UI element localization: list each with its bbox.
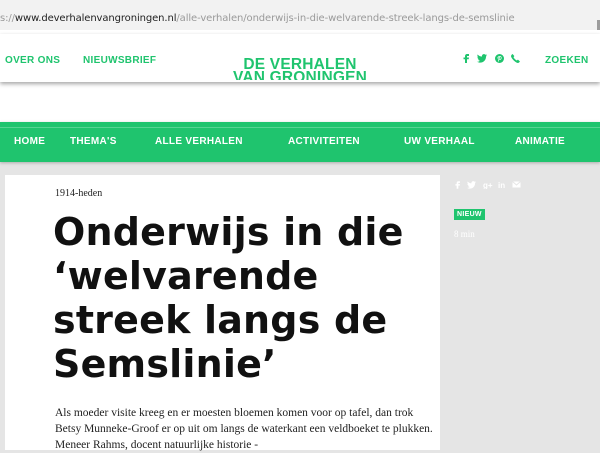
nav-highlight-line [0,127,600,128]
logo-line-2: VAN GRONINGEN [232,71,368,80]
nav-over-ons-link[interactable]: OVER ONS [5,55,60,66]
svg-text:g+: g+ [483,181,493,189]
facebook-icon[interactable] [463,54,469,65]
new-badge: NIEUW [454,209,485,220]
article-title: Onderwijs in die ‘welvarende streek lang… [53,210,404,386]
main-nav-activiteiten[interactable]: ACTIVITEITEN [288,136,360,147]
header-band [0,82,600,122]
main-nav-uw-verhaal[interactable]: UW VERHAAL [404,136,475,147]
logo-line-1: DE VERHALEN [243,56,357,73]
main-nav-animatie[interactable]: ANIMATIE [515,136,565,147]
twitter-icon[interactable] [477,54,487,65]
url-path: /alle-verhalen/onderwijs-in-die-welvaren… [176,13,515,24]
phone-icon[interactable] [511,54,520,65]
share-twitter-icon[interactable] [467,181,476,191]
top-navigation: OVER ONS NIEUWSBRIEF DE VERHALEN VAN GRO… [0,34,600,82]
browser-address-bar[interactable]: s://www.deverhalenvangroningen.nl/alle-v… [0,0,600,34]
url-host: www.deverhalenvangroningen.nl [14,13,177,24]
pinterest-icon[interactable] [495,54,504,65]
share-linkedin-icon[interactable]: in [498,181,507,191]
main-nav-home[interactable]: HOME [14,136,45,147]
read-time: 8 min [454,229,475,239]
site-logo[interactable]: DE VERHALEN VAN GRONINGEN [210,56,390,80]
main-navigation: HOME THEMA'S ALLE VERHALEN ACTIVITEITEN … [0,122,600,162]
article-intro: Als moeder visite kreeg en er moesten bl… [55,407,433,451]
main-nav-themas[interactable]: THEMA'S [70,136,117,147]
main-nav-alle-verhalen[interactable]: ALLE VERHALEN [155,136,243,147]
share-facebook-icon[interactable] [455,181,460,191]
url-prefix: s:// [0,13,15,24]
nav-zoeken-link[interactable]: ZOEKEN [545,55,588,66]
share-mail-icon[interactable] [512,181,521,190]
url-text[interactable]: s://www.deverhalenvangroningen.nl/alle-v… [0,13,515,24]
nav-nieuwsbrief-link[interactable]: NIEUWSBRIEF [83,55,156,66]
share-google-plus-icon[interactable]: g+ [483,181,493,191]
svg-text:in: in [498,181,505,189]
article-era[interactable]: 1914-heden [55,188,102,199]
